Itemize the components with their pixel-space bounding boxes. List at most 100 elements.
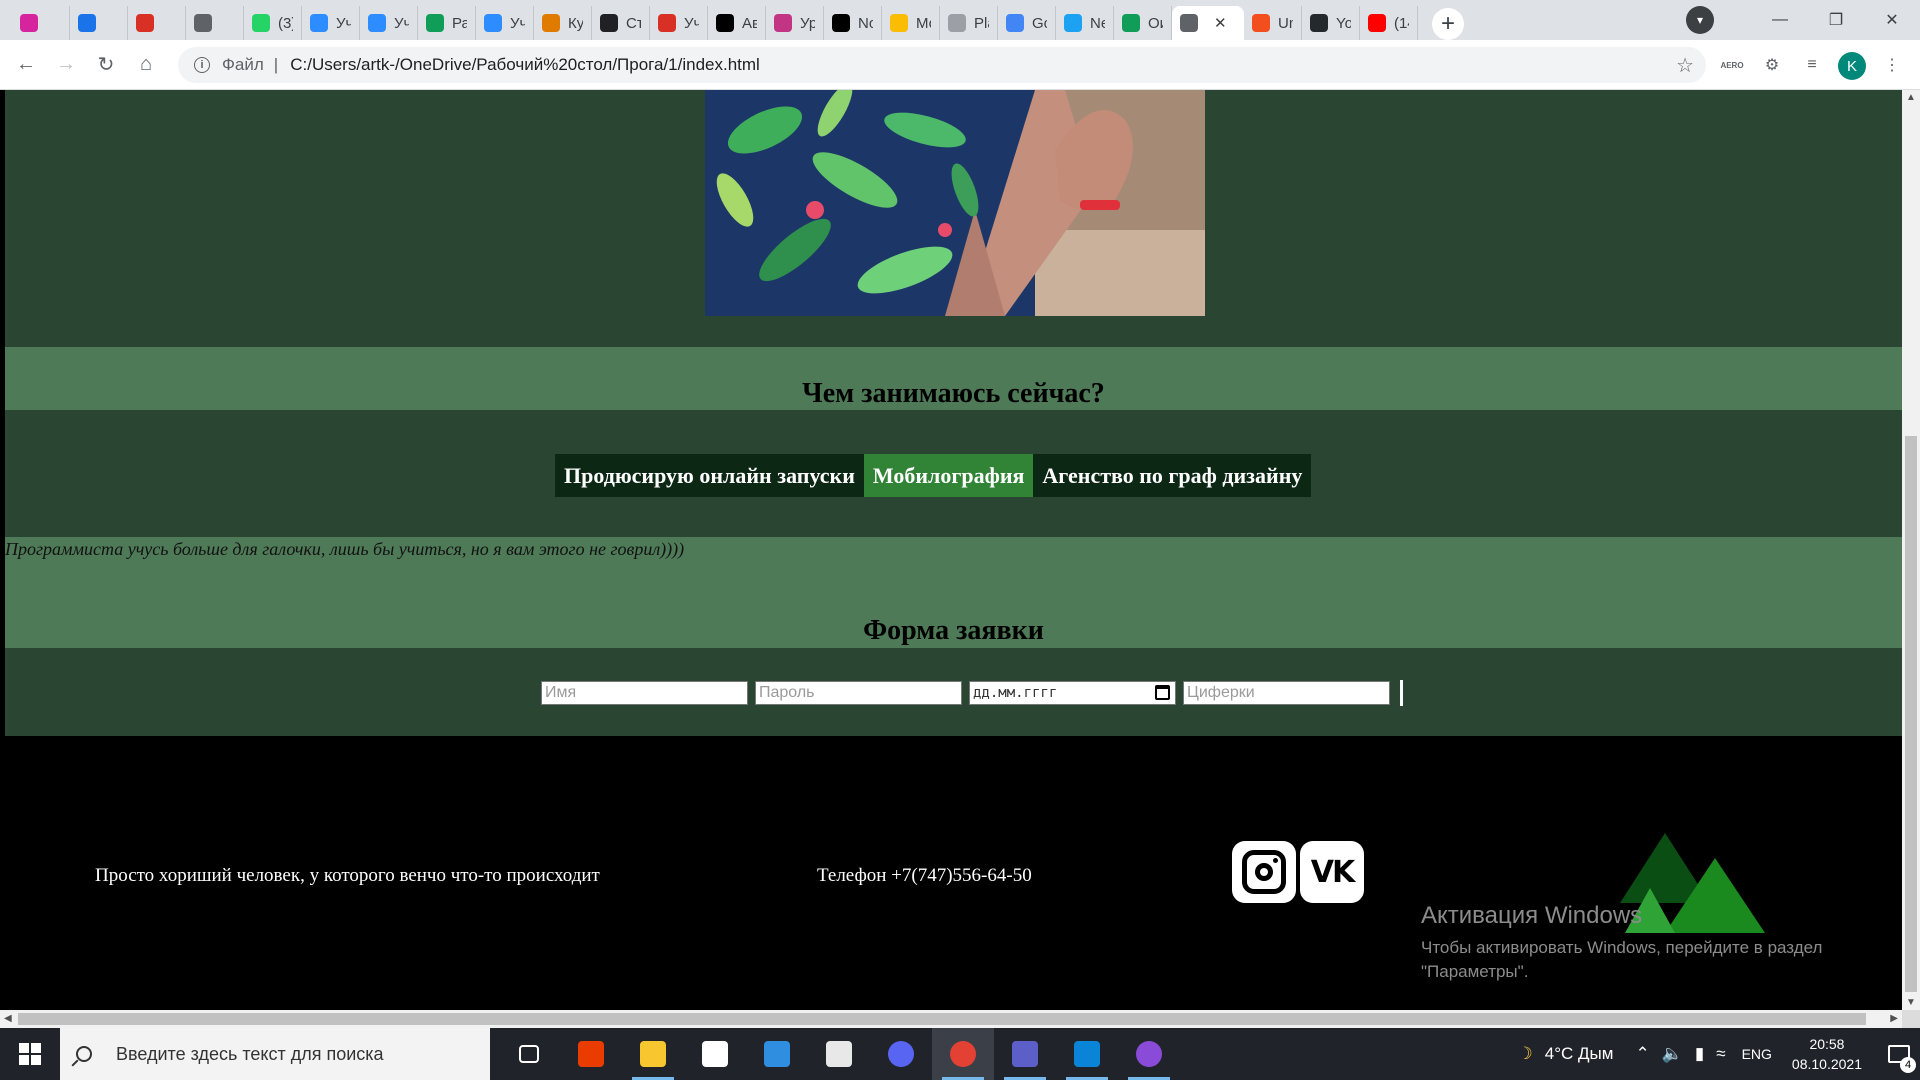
taskbar-discord-button[interactable] [870, 1028, 932, 1080]
scroll-down-arrow-icon[interactable]: ▼ [1906, 997, 1916, 1008]
forward-button[interactable]: → [46, 45, 86, 85]
clock[interactable]: 20:58 08.10.2021 [1792, 1034, 1862, 1074]
service-item[interactable]: Агенство по граф дизайну [1033, 454, 1312, 497]
browser-tab[interactable]: Ав [708, 6, 766, 40]
browser-tab[interactable]: Go [998, 6, 1056, 40]
taskbar-mail-button[interactable] [746, 1028, 808, 1080]
taskbar-task-view-button[interactable] [498, 1028, 560, 1080]
taskbar-office-button[interactable] [560, 1028, 622, 1080]
browser-tab[interactable]: Уч [302, 6, 360, 40]
home-button[interactable]: ⌂ [126, 45, 166, 85]
tray-chevron-icon[interactable]: ⌃ [1635, 1044, 1649, 1064]
profile-avatar[interactable]: K [1838, 52, 1866, 80]
browser-tab[interactable]: Ои [1114, 6, 1172, 40]
browser-tab[interactable]: Ку [534, 6, 592, 40]
back-button[interactable]: ← [6, 45, 46, 85]
taskbar-github-desktop-button[interactable] [1118, 1028, 1180, 1080]
tab-title: Yo [1336, 14, 1351, 32]
service-item[interactable]: Мобилография [863, 454, 1034, 497]
wifi-icon[interactable]: ≈ [1716, 1044, 1725, 1064]
horizontal-scroll-thumb[interactable] [18, 1013, 1866, 1025]
browser-tab[interactable]: Ne [1056, 6, 1114, 40]
browser-tab[interactable]: Ра [418, 6, 476, 40]
new-tab-button[interactable]: + [1432, 8, 1464, 40]
tab-title: Уро [800, 14, 815, 32]
taskbar-chrome-button[interactable] [932, 1028, 994, 1080]
bookmark-star-icon[interactable]: ☆ [1676, 53, 1694, 78]
browser-tab[interactable]: (14 [1360, 6, 1418, 40]
scroll-up-arrow-icon[interactable]: ▲ [1906, 92, 1916, 103]
browser-tab[interactable]: Pla [940, 6, 998, 40]
separator: | [273, 55, 279, 74]
taskbar-store-button[interactable] [684, 1028, 746, 1080]
taskbar-file-explorer-button[interactable] [622, 1028, 684, 1080]
browser-tab[interactable]: Уч [650, 6, 708, 40]
horizontal-scrollbar[interactable]: ◀ ▶ [0, 1010, 1902, 1028]
window-controls: ▾ — ❐ ✕ [1686, 0, 1920, 40]
browser-tab[interactable]: Мо [882, 6, 940, 40]
scroll-left-arrow-icon[interactable]: ◀ [4, 1013, 12, 1024]
browser-tab[interactable] [186, 6, 244, 40]
restore-button[interactable]: ❐ [1808, 0, 1864, 40]
vertical-scrollbar[interactable]: ▲ ▼ [1902, 90, 1920, 1010]
browser-tab[interactable]: (3) [244, 6, 302, 40]
browser-tab[interactable]: Un [1244, 6, 1302, 40]
zoom-favicon [484, 14, 502, 32]
minimize-button[interactable]: — [1752, 0, 1808, 40]
digits-input[interactable]: Циферки [1183, 681, 1390, 705]
taskbar-search[interactable]: Введите здесь текст для поиска [60, 1028, 490, 1080]
reload-button[interactable]: ↻ [86, 45, 126, 85]
browser-menu-icon[interactable]: ⋮ [1876, 49, 1908, 81]
site-info-icon[interactable]: i [194, 57, 210, 73]
name-input[interactable]: Имя [541, 681, 748, 705]
vk-icon[interactable]: VK [1300, 841, 1364, 903]
tab-search-button[interactable]: ▾ [1686, 6, 1714, 34]
aero-extension-icon[interactable]: AERO [1716, 49, 1748, 81]
browser-tab[interactable] [12, 6, 70, 40]
address-bar[interactable]: i Файл | C:/Users/artk-/OneDrive/Рабочий… [178, 47, 1706, 83]
browser-tab[interactable]: No [824, 6, 882, 40]
browser-tab[interactable]: Уч [476, 6, 534, 40]
password-input[interactable]: Пароль [755, 681, 962, 705]
browser-tab[interactable] [70, 6, 128, 40]
page-content: Чем занимаюсь сейчас? Продюсирую онлайн … [5, 90, 1902, 736]
calendar-icon[interactable] [1155, 685, 1170, 700]
circle-favicon [194, 14, 212, 32]
close-window-button[interactable]: ✕ [1864, 0, 1920, 40]
weather-moon-icon[interactable]: ☽ [1518, 1044, 1533, 1064]
browser-tab[interactable]: Уч [360, 6, 418, 40]
browser-tab[interactable] [128, 6, 186, 40]
tab-strip: (3) Уч Уч Ра Уч Ку Стр Уч Ав Уро No Мо Pla Go Ne Ои ✕ Un Y… [0, 0, 1920, 40]
tab-title: Стр [626, 14, 641, 32]
windows-activation-watermark: Активация Windows Чтобы активировать Win… [1421, 902, 1861, 984]
instagram-icon[interactable] [1232, 841, 1296, 903]
service-item[interactable]: Продюсирую онлайн запуски [555, 454, 864, 497]
scroll-right-arrow-icon[interactable]: ▶ [1890, 1013, 1898, 1024]
extensions-puzzle-icon[interactable]: ⚙ [1756, 49, 1788, 81]
weather-text[interactable]: 4°C Дым [1545, 1044, 1614, 1064]
battery-icon[interactable]: ▮ [1695, 1044, 1704, 1064]
reading-list-icon[interactable]: ≡ [1796, 49, 1828, 81]
taskbar-paint-button[interactable] [808, 1028, 870, 1080]
taskbar-vscode-button[interactable] [1056, 1028, 1118, 1080]
start-button[interactable] [0, 1028, 60, 1080]
date-input[interactable]: дд.мм.гггг [969, 681, 1176, 705]
taskbar-teams-button[interactable] [994, 1028, 1056, 1080]
browser-tab[interactable]: Yo [1302, 6, 1360, 40]
tab-close-icon[interactable]: ✕ [1214, 14, 1227, 32]
taskbar-apps [498, 1028, 1180, 1080]
submit-button-edge[interactable] [1400, 680, 1403, 706]
vertical-scroll-thumb[interactable] [1905, 436, 1917, 992]
language-indicator[interactable]: ENG [1742, 1046, 1772, 1062]
browser-tab[interactable]: Стр [592, 6, 650, 40]
instagram-favicon [774, 14, 792, 32]
zoom-favicon [368, 14, 386, 32]
windows-logo-icon [19, 1043, 41, 1065]
browser-tab[interactable]: ✕ [1172, 6, 1244, 40]
zoom-favicon [310, 14, 328, 32]
tab-title: Уч [394, 14, 409, 32]
volume-icon[interactable]: 🔈 [1662, 1044, 1683, 1064]
compass-favicon [1064, 14, 1082, 32]
browser-tab[interactable]: Уро [766, 6, 824, 40]
notification-center-button[interactable]: 4 [1878, 1045, 1920, 1073]
